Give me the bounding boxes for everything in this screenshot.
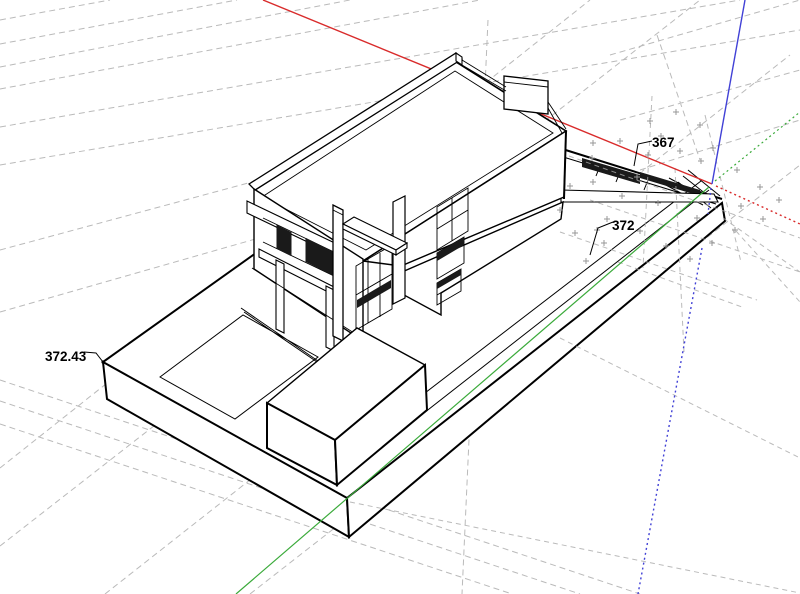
elevation-label-372[interactable]: 372	[612, 218, 635, 233]
model-viewport[interactable]: 367 372 372.43	[0, 0, 800, 594]
green-axis-negative	[715, 112, 800, 181]
red-axis-negative	[716, 186, 800, 224]
elevation-label-372-43[interactable]: 372.43	[45, 349, 87, 364]
elevation-label-367[interactable]: 367	[652, 135, 675, 150]
facade-post-left	[276, 260, 284, 333]
front-fin-wall	[333, 205, 343, 341]
blue-axis	[712, 0, 745, 184]
roof-fin-northeast	[504, 76, 548, 114]
leader-endpoint-dot	[101, 360, 104, 363]
